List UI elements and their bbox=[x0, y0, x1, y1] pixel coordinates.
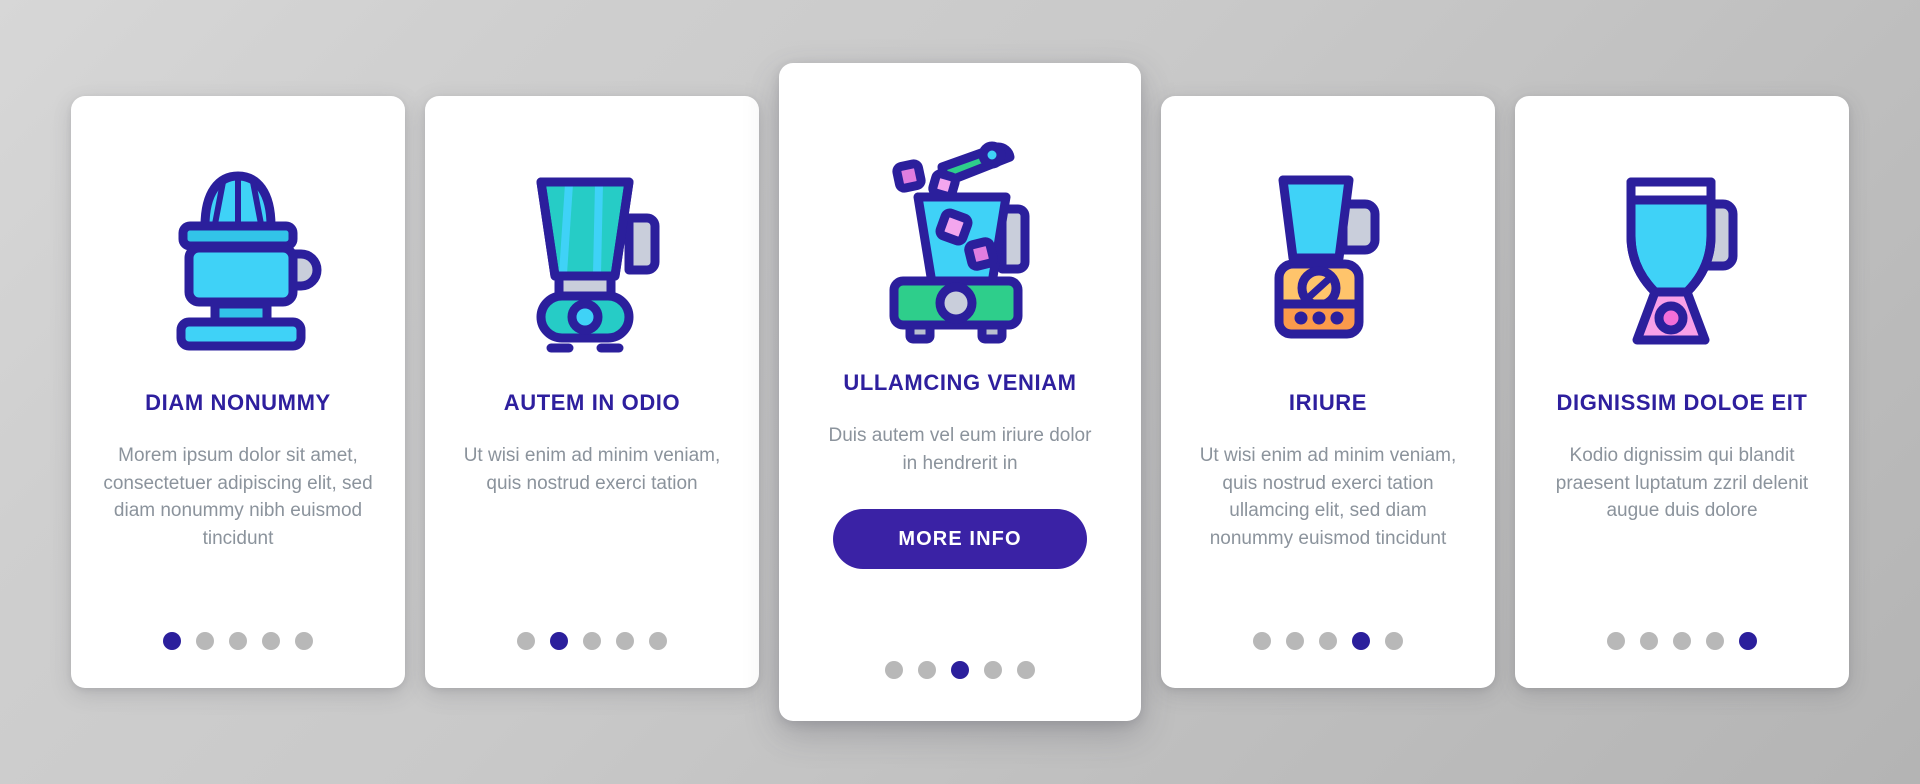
card-4-title: IRIURE bbox=[1288, 390, 1368, 415]
pagination-dot-3[interactable] bbox=[951, 661, 969, 679]
card-3-body: Duis autem vel eum iriure dolor in hendr… bbox=[828, 425, 1092, 474]
card-2-pagination[interactable] bbox=[425, 632, 759, 650]
pagination-dot-4[interactable] bbox=[984, 661, 1002, 679]
more-info-button[interactable]: MORE INFO bbox=[833, 509, 1087, 570]
card-4-illustration bbox=[1253, 156, 1403, 366]
pagination-dot-1[interactable] bbox=[885, 661, 903, 679]
pink-base-blender-icon bbox=[1626, 177, 1738, 345]
card-5-body: Kodio dignissim qui blandit praesent lup… bbox=[1555, 445, 1809, 522]
card-2-body: Ut wisi enim ad minim veniam, quis nostr… bbox=[463, 445, 721, 494]
onboarding-card-4[interactable]: IRIURE Ut wisi enim ad minim veniam, qui… bbox=[1161, 96, 1495, 688]
pagination-dot-2[interactable] bbox=[1286, 632, 1304, 650]
striped-blender-icon bbox=[536, 177, 660, 353]
card-5-title: DIGNISSIM DOLOE EIT bbox=[1556, 390, 1808, 415]
pagination-dot-4[interactable] bbox=[616, 632, 634, 650]
ice-blender-icon bbox=[889, 141, 1030, 344]
card-1-illustration bbox=[153, 156, 323, 366]
pagination-dot-1[interactable] bbox=[163, 632, 181, 650]
onboarding-card-2[interactable]: AUTEM IN ODIO Ut wisi enim ad minim veni… bbox=[425, 96, 759, 688]
onboarding-card-3[interactable]: ULLAMCING VENIAM Duis autem vel eum iriu… bbox=[779, 63, 1141, 721]
citrus-juicer-icon bbox=[176, 171, 322, 351]
pagination-dot-4[interactable] bbox=[1706, 632, 1724, 650]
pagination-dot-4[interactable] bbox=[262, 632, 280, 650]
pagination-dot-3[interactable] bbox=[229, 632, 247, 650]
pagination-dot-5[interactable] bbox=[295, 632, 313, 650]
onboarding-card-1[interactable]: DIAM NONUMMY Morem ipsum dolor sit amet,… bbox=[71, 96, 405, 688]
card-1-pagination[interactable] bbox=[71, 632, 405, 650]
pagination-dot-2[interactable] bbox=[1640, 632, 1658, 650]
card-5-pagination[interactable] bbox=[1515, 632, 1849, 650]
pagination-dot-5[interactable] bbox=[1739, 632, 1757, 650]
card-3-title: ULLAMCING VENIAM bbox=[843, 370, 1077, 395]
pagination-dot-1[interactable] bbox=[1607, 632, 1625, 650]
pagination-dot-5[interactable] bbox=[649, 632, 667, 650]
pagination-dot-5[interactable] bbox=[1385, 632, 1403, 650]
card-4-body: Ut wisi enim ad minim veniam, quis nostr… bbox=[1199, 445, 1457, 550]
card-3-pagination[interactable] bbox=[779, 661, 1141, 679]
pagination-dot-3[interactable] bbox=[583, 632, 601, 650]
card-1-body: Morem ipsum dolor sit amet, consectetuer… bbox=[103, 445, 373, 550]
pagination-dot-2[interactable] bbox=[550, 632, 568, 650]
card-4-pagination[interactable] bbox=[1161, 632, 1495, 650]
card-5-illustration bbox=[1607, 156, 1757, 366]
pagination-dot-3[interactable] bbox=[1319, 632, 1337, 650]
pagination-dot-2[interactable] bbox=[918, 661, 936, 679]
onboarding-carousel: DIAM NONUMMY Morem ipsum dolor sit amet,… bbox=[0, 0, 1920, 784]
card-1-title: DIAM NONUMMY bbox=[145, 390, 331, 415]
pagination-dot-2[interactable] bbox=[196, 632, 214, 650]
dial-blender-icon bbox=[1274, 175, 1380, 339]
onboarding-card-5[interactable]: DIGNISSIM DOLOE EIT Kodio dignissim qui … bbox=[1515, 96, 1849, 688]
card-3-illustration bbox=[870, 129, 1050, 354]
pagination-dot-3[interactable] bbox=[1673, 632, 1691, 650]
pagination-dot-4[interactable] bbox=[1352, 632, 1370, 650]
pagination-dot-1[interactable] bbox=[517, 632, 535, 650]
card-2-illustration bbox=[517, 156, 667, 366]
card-2-title: AUTEM IN ODIO bbox=[503, 390, 681, 415]
pagination-dot-5[interactable] bbox=[1017, 661, 1035, 679]
pagination-dot-1[interactable] bbox=[1253, 632, 1271, 650]
